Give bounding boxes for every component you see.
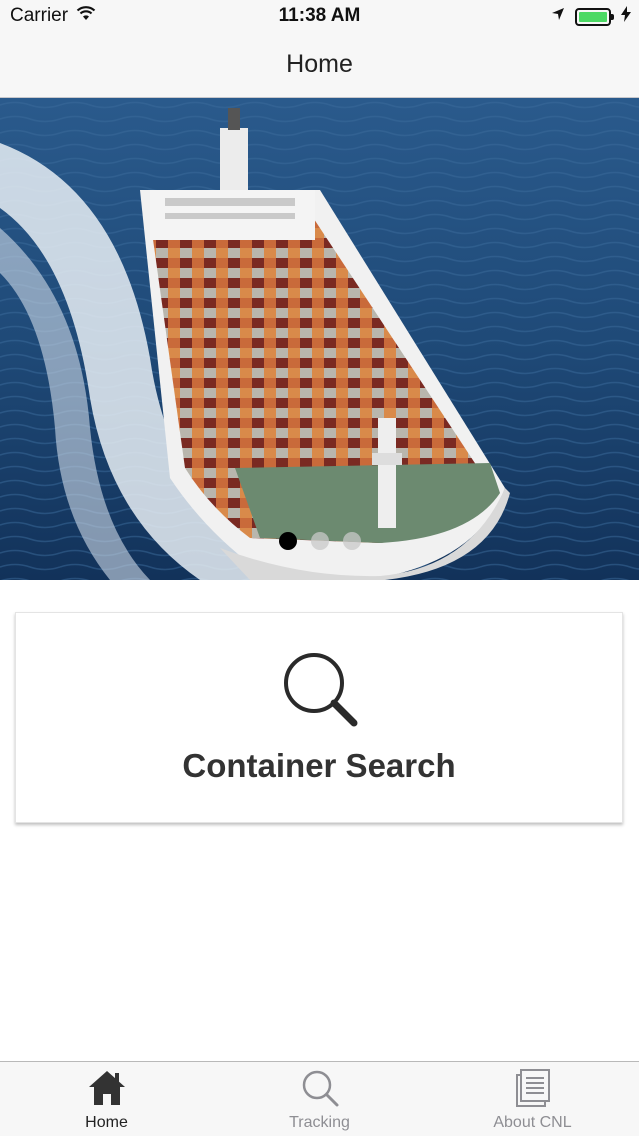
page-title: Home <box>286 50 353 78</box>
page-dot-1[interactable] <box>278 532 297 550</box>
battery-level <box>579 11 607 22</box>
tab-bar: Home Tracking About CNL <box>0 1061 639 1136</box>
status-bar: Carrier 11:38 AM <box>0 0 639 32</box>
tab-about[interactable]: About CNL <box>426 1062 639 1136</box>
navigation-bar: Home <box>0 32 639 98</box>
tab-tracking-label: Tracking <box>289 1114 350 1131</box>
location-arrow-icon <box>551 7 565 26</box>
tab-home[interactable]: Home <box>0 1062 213 1136</box>
tab-home-label: Home <box>85 1114 128 1131</box>
document-icon <box>513 1068 553 1113</box>
home-icon <box>87 1068 127 1113</box>
card-title: Container Search <box>182 747 456 784</box>
battery-icon <box>575 7 614 26</box>
clock: 11:38 AM <box>278 5 361 26</box>
page-dot-2[interactable] <box>310 532 329 550</box>
search-icon <box>300 1068 340 1113</box>
tab-tracking[interactable]: Tracking <box>213 1062 426 1136</box>
search-icon <box>280 651 360 736</box>
container-search-card[interactable]: Container Search <box>15 612 623 823</box>
cargo-ship-photo <box>0 98 639 580</box>
tab-about-label: About CNL <box>493 1114 572 1131</box>
image-carousel[interactable] <box>0 98 639 580</box>
page-indicator[interactable] <box>0 532 639 550</box>
charging-bolt-icon <box>621 6 631 27</box>
page-dot-3[interactable] <box>342 532 361 550</box>
